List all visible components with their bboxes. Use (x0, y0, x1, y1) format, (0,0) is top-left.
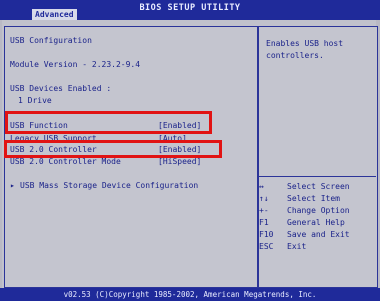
key-esc-label: ESC (259, 242, 274, 251)
submenu-triangle-icon: ▸ (10, 181, 15, 190)
key-select-screen-icon: ↔ (259, 182, 264, 191)
key-select-item-desc: Select Item (287, 194, 340, 203)
key-select-screen-desc: Select Screen (287, 182, 350, 191)
section-title: USB Configuration (10, 36, 92, 45)
tab-advanced[interactable]: Advanced (32, 9, 77, 20)
key-select-item-icon: ↑↓ (259, 194, 269, 203)
highlight-usb2-controller (4, 140, 222, 158)
key-f10-label: F10 (259, 230, 274, 239)
footer-bar: v02.53 (C)Copyright 1985-2002, American … (0, 288, 380, 301)
devices-label: USB Devices Enabled : (10, 84, 112, 93)
option-usb2-mode-label[interactable]: USB 2.0 Controller Mode (10, 157, 121, 166)
top-bar: BIOS SETUP UTILITY Advanced (0, 0, 380, 20)
help-line-2: controllers. (266, 51, 324, 60)
copyright-text: v02.53 (C)Copyright 1985-2002, American … (63, 290, 317, 299)
option-usb2-mode-value[interactable]: [HiSpeed] (158, 157, 201, 166)
devices-value: 1 Drive (18, 96, 52, 105)
highlight-usb-function (5, 111, 212, 134)
key-f10-desc: Save and Exit (287, 230, 350, 239)
key-f1-label: F1 (259, 218, 269, 227)
submenu-usb-mass-storage[interactable]: USB Mass Storage Device Configuration (20, 181, 198, 190)
key-change-option-icon: +- (259, 206, 269, 215)
key-esc-desc: Exit (287, 242, 307, 251)
help-panel (258, 26, 378, 288)
key-change-option-desc: Change Option (287, 206, 350, 215)
key-f1-desc: General Help (287, 218, 345, 227)
module-version: Module Version - 2.23.2-9.4 (10, 60, 141, 69)
help-divider (258, 176, 376, 177)
help-line-1: Enables USB host (266, 39, 344, 48)
